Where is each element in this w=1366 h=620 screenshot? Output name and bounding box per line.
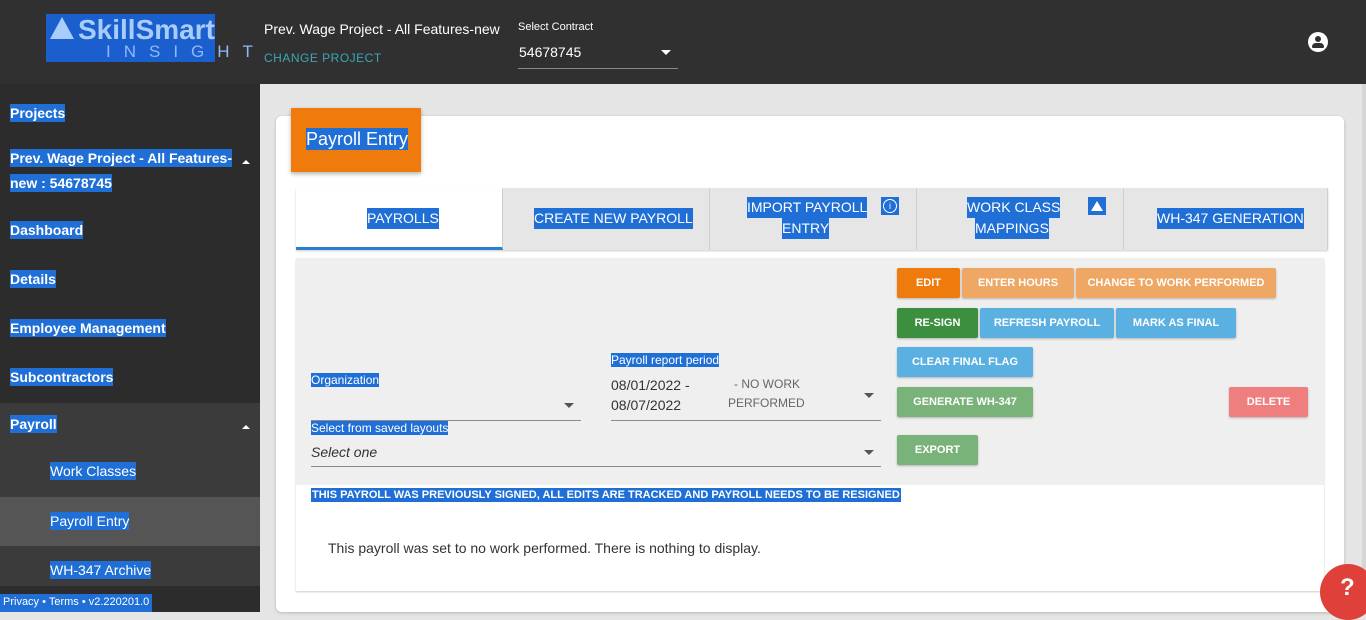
period-note: - NO WORK bbox=[734, 377, 800, 391]
period-end: 08/07/2022 bbox=[611, 397, 682, 413]
mark-as-final-button[interactable]: MARK AS FINAL bbox=[1116, 308, 1236, 338]
footer-links[interactable]: Privacy • Terms • v2.220201.0 bbox=[0, 594, 153, 612]
sidebar-item-wh347-archive[interactable]: WH-347 Archive bbox=[0, 546, 260, 586]
sidebar-item-label: Projects bbox=[10, 104, 66, 122]
contract-select[interactable]: 54678745 bbox=[518, 38, 678, 69]
layouts-value: Select one bbox=[311, 444, 378, 460]
period-note-line2: PERFORMED bbox=[728, 396, 805, 410]
tab-label: CREATE NEW PAYROLL bbox=[534, 208, 693, 229]
sidebar-item-label: Subcontractors bbox=[10, 368, 114, 386]
generate-wh347-button[interactable]: GENERATE WH-347 bbox=[897, 387, 1033, 417]
contract-value: 54678745 bbox=[519, 44, 582, 60]
page-scrollbar[interactable] bbox=[1362, 84, 1366, 612]
tab-label: WH-347 GENERATION bbox=[1157, 208, 1304, 229]
top-bar: SkillSmart INSIGHT Prev. Wage Project - … bbox=[0, 0, 1366, 84]
sidebar-item-dashboard[interactable]: Dashboard bbox=[0, 221, 260, 243]
sidebar-item-details[interactable]: Details bbox=[0, 270, 260, 292]
sidebar-item-label: Employee Management bbox=[10, 319, 166, 337]
chevron-down-icon bbox=[661, 50, 671, 55]
account-icon[interactable] bbox=[1308, 32, 1328, 52]
tab-import-payroll-entry[interactable]: IMPORT PAYROLL ENTRY i bbox=[710, 188, 917, 250]
sidebar-item-subcontractors[interactable]: Subcontractors bbox=[0, 368, 260, 390]
page-title-box: Payroll Entry bbox=[291, 108, 421, 172]
period-label: Payroll report period bbox=[611, 353, 720, 367]
saved-layouts-select[interactable]: Select one bbox=[311, 438, 881, 466]
chevron-down-icon bbox=[564, 403, 574, 408]
tab-label-line2: ENTRY bbox=[782, 218, 830, 239]
organization-label: Organization bbox=[311, 373, 380, 387]
delete-button[interactable]: DELETE bbox=[1229, 387, 1308, 417]
change-project-link[interactable]: CHANGE PROJECT bbox=[264, 51, 382, 65]
refresh-payroll-button[interactable]: REFRESH PAYROLL bbox=[980, 308, 1114, 338]
tab-label: IMPORT PAYROLL bbox=[747, 197, 868, 218]
logo-subtext: INSIGHT bbox=[106, 42, 266, 61]
page-title: Payroll Entry bbox=[306, 128, 409, 150]
edit-button[interactable]: EDIT bbox=[897, 268, 960, 298]
export-button[interactable]: EXPORT bbox=[897, 435, 978, 465]
tab-label-line2: MAPPINGS bbox=[975, 218, 1049, 239]
tab-wh347-generation[interactable]: WH-347 GENERATION bbox=[1124, 188, 1328, 250]
info-icon[interactable]: i bbox=[881, 197, 899, 215]
sidebar-item-employee-management[interactable]: Employee Management bbox=[0, 319, 260, 341]
sidebar-item-label-line2: new : 54678745 bbox=[10, 174, 112, 192]
organization-select[interactable] bbox=[311, 392, 581, 420]
tab-label: WORK CLASS bbox=[967, 197, 1061, 218]
chevron-down-icon bbox=[864, 450, 874, 455]
contract-label: Select Contract bbox=[518, 21, 594, 33]
sidebar-item-label: Dashboard bbox=[10, 221, 84, 239]
resign-warning: THIS PAYROLL WAS PREVIOUSLY SIGNED, ALL … bbox=[311, 488, 901, 502]
sidebar-item-label: Payroll Entry bbox=[50, 512, 130, 530]
sidebar-item-payroll-entry[interactable]: Payroll Entry bbox=[0, 497, 260, 546]
sidebar-item-work-classes[interactable]: Work Classes bbox=[0, 447, 260, 497]
period-start: 08/01/2022 - bbox=[611, 377, 690, 393]
sidebar-item-label: WH-347 Archive bbox=[50, 561, 152, 579]
sidebar-item-label: Payroll bbox=[10, 415, 57, 433]
chevron-up-icon bbox=[242, 425, 250, 429]
enter-hours-button[interactable]: ENTER HOURS bbox=[962, 268, 1074, 298]
chevron-down-icon bbox=[864, 393, 874, 398]
resign-button[interactable]: RE-SIGN bbox=[897, 308, 978, 338]
payroll-period-select[interactable]: 08/01/2022 - 08/07/2022 - NO WORK PERFOR… bbox=[611, 372, 881, 420]
sidebar-item-label: Work Classes bbox=[50, 462, 137, 480]
warning-icon[interactable] bbox=[1088, 197, 1106, 215]
clear-final-flag-button[interactable]: CLEAR FINAL FLAG bbox=[897, 347, 1033, 377]
tab-create-new-payroll[interactable]: CREATE NEW PAYROLL bbox=[503, 188, 710, 250]
sidebar-item-label: Details bbox=[10, 270, 56, 288]
sidebar-item-current-project[interactable]: Prev. Wage Project - All Features- new :… bbox=[0, 147, 260, 199]
tab-payrolls[interactable]: PAYROLLS bbox=[296, 188, 503, 250]
sidebar-item-projects[interactable]: Projects bbox=[0, 104, 260, 126]
layouts-label: Select from saved layouts bbox=[311, 421, 449, 435]
tab-label: PAYROLLS bbox=[367, 208, 439, 229]
no-work-message: This payroll was set to no work performe… bbox=[328, 540, 761, 556]
sidebar-item-label: Prev. Wage Project - All Features- bbox=[10, 149, 232, 167]
change-to-work-performed-button[interactable]: CHANGE TO WORK PERFORMED bbox=[1076, 268, 1276, 298]
tab-work-class-mappings[interactable]: WORK CLASS MAPPINGS bbox=[917, 188, 1124, 250]
help-icon: ? bbox=[1340, 574, 1355, 601]
project-name: Prev. Wage Project - All Features-new bbox=[264, 21, 500, 37]
chevron-up-icon bbox=[242, 160, 250, 164]
logo-text: SkillSmart bbox=[78, 14, 215, 45]
skillsmart-logo[interactable]: SkillSmart INSIGHT bbox=[46, 14, 253, 62]
sidebar-item-payroll[interactable]: Payroll bbox=[0, 403, 260, 447]
tab-bar: PAYROLLS CREATE NEW PAYROLL IMPORT PAYRO… bbox=[296, 188, 1328, 250]
